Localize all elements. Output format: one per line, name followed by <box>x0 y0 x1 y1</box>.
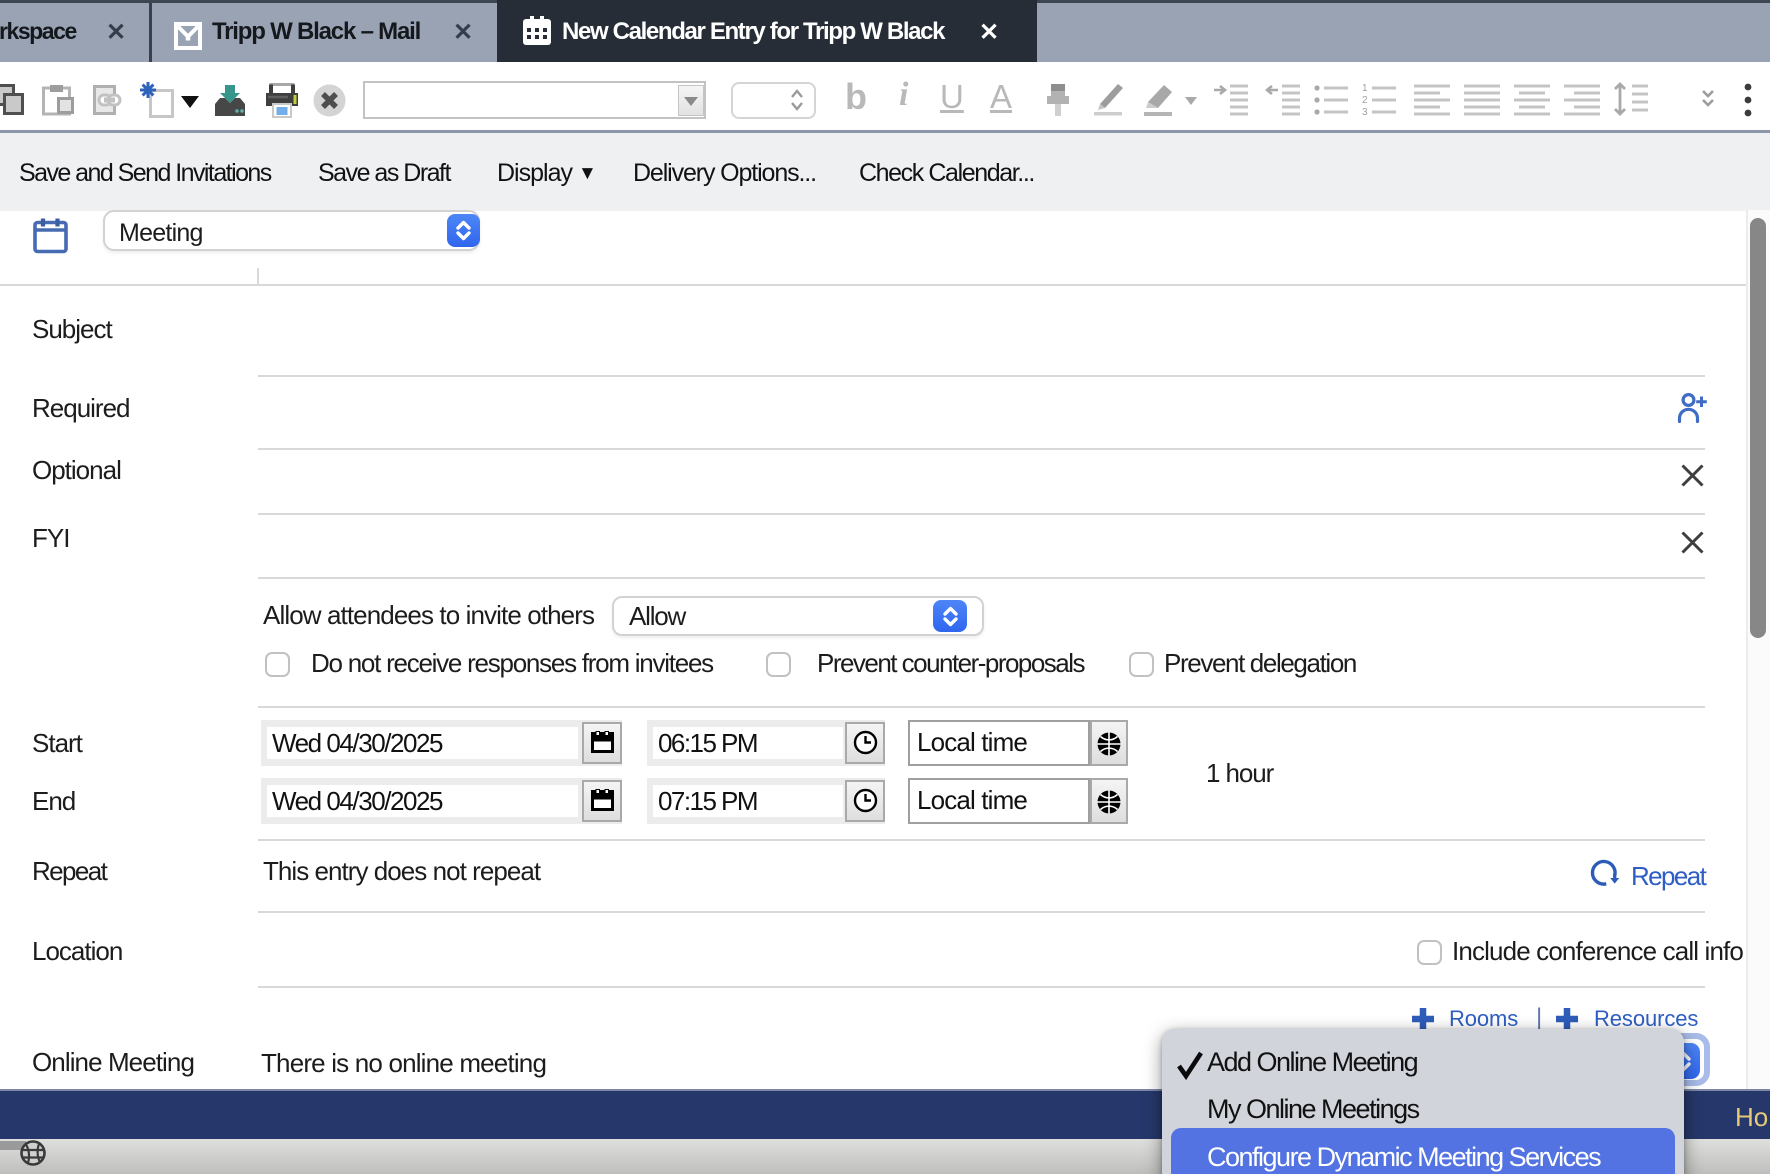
svg-text:2: 2 <box>1362 95 1368 106</box>
svg-text:1: 1 <box>1362 83 1368 94</box>
svg-text:3: 3 <box>1362 107 1368 118</box>
